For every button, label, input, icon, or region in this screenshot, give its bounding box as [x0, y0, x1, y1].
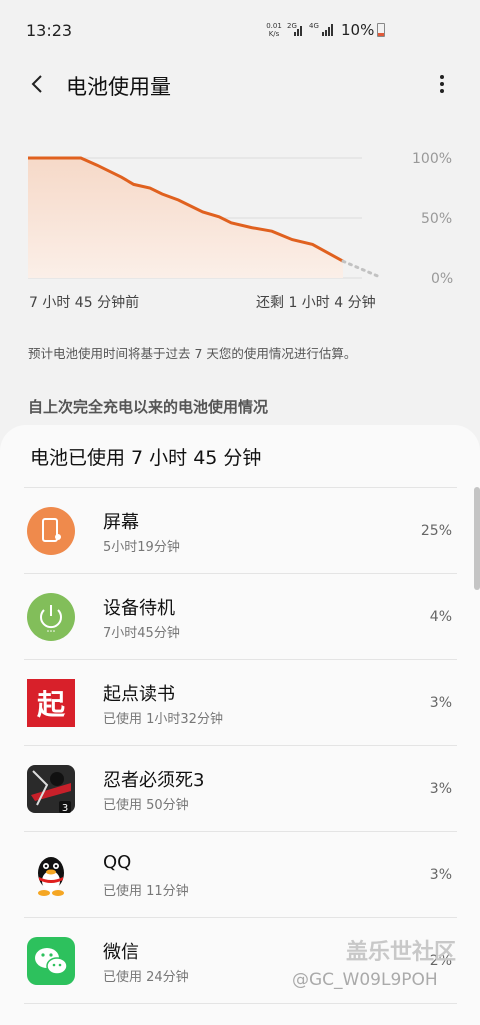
- qidian-glyph: 起: [36, 688, 65, 721]
- app-row-qidian[interactable]: 起 起点读书 已使用 1小时32分钟 3%: [0, 660, 480, 746]
- app-usage-time: 已使用 24分钟: [103, 970, 189, 985]
- app-name: QQ: [103, 852, 132, 873]
- screen-icon: [27, 507, 75, 555]
- app-usage-percent: 25%: [420, 523, 452, 539]
- app-name: 微信: [103, 942, 139, 963]
- y-tick-label: 50%: [421, 211, 453, 227]
- app-row-qq[interactable]: QQ 已使用 11分钟 3%: [0, 832, 480, 918]
- x-label-start: 7 小时 45 分钟前: [29, 295, 140, 311]
- app-name: 设备待机: [103, 598, 175, 619]
- section-title: 自上次完全充电以来的电池使用情况: [28, 398, 269, 416]
- app-name: 忍者必须死3: [103, 770, 205, 791]
- app-usage-percent: 4%: [429, 609, 452, 625]
- app-row-screen[interactable]: 屏幕 5小时19分钟 25%: [0, 488, 480, 574]
- app-usage-percent: 3%: [429, 695, 452, 711]
- watermark-user: @GC_W09L9POH: [292, 970, 438, 990]
- app-usage-percent: 3%: [429, 781, 452, 797]
- divider: [24, 1003, 457, 1004]
- scrollbar-thumb[interactable]: [474, 487, 480, 590]
- watermark-brand: 盖乐世社区: [346, 940, 457, 965]
- app-usage-time: 5小时19分钟: [103, 540, 180, 555]
- power-icon: [27, 593, 75, 641]
- app-usage-time: 已使用 1小时32分钟: [103, 712, 223, 727]
- app-usage-percent: 3%: [429, 867, 452, 883]
- qidian-icon: 起: [27, 679, 75, 727]
- app-usage-time: 已使用 11分钟: [103, 884, 189, 899]
- estimate-note: 预计电池使用时间将基于过去 7 天您的使用情况进行估算。: [28, 346, 357, 361]
- wechat-icon: [27, 937, 75, 985]
- app-usage-time: 7小时45分钟: [103, 626, 180, 641]
- ninja-game-icon: 3: [27, 765, 75, 813]
- usage-summary-heading: 电池已使用 7 小时 45 分钟: [30, 447, 262, 469]
- x-label-remaining: 还剩 1 小时 4 分钟: [256, 295, 376, 311]
- qq-penguin-icon: [38, 857, 64, 896]
- battery-usage-chart: [28, 156, 382, 279]
- y-tick-label: 100%: [412, 151, 453, 167]
- app-row-device-standby[interactable]: 设备待机 7小时45分钟 4%: [0, 574, 480, 660]
- app-name: 屏幕: [103, 512, 139, 533]
- chart-projection-line: [341, 259, 382, 279]
- app-usage-time: 已使用 50分钟: [103, 798, 189, 813]
- ninja-badge: 3: [62, 803, 68, 813]
- y-tick-label: 0%: [431, 271, 454, 287]
- app-row-ninja-game[interactable]: 3 忍者必须死3 已使用 50分钟 3%: [0, 746, 480, 832]
- app-name: 起点读书: [103, 684, 175, 705]
